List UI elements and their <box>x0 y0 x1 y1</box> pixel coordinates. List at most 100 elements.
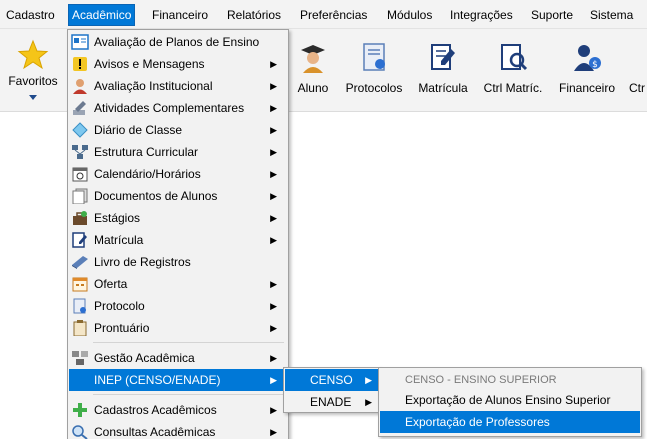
student-icon <box>301 45 325 73</box>
menu-item-censo[interactable]: CENSO ▶ <box>285 369 378 391</box>
menu-item-diario-classe[interactable]: Diário de Classe ▶ <box>69 119 287 141</box>
form-edit-icon <box>72 232 87 248</box>
menu-item-label: Livro de Registros <box>94 255 191 269</box>
clipboard-icon <box>73 320 87 336</box>
menu-item-estrutura-curricular[interactable]: Estrutura Curricular ▶ <box>69 141 287 163</box>
menu-bar: Cadastro Acadêmico Financeiro Relatórios… <box>0 0 647 29</box>
menu-item-avaliacao-institucional[interactable]: Avaliação Institucional ▶ <box>69 75 287 97</box>
censo-header: CENSO - ENSINO SUPERIOR <box>380 369 640 391</box>
calendar-icon <box>72 167 88 182</box>
menu-item-protocolo[interactable]: Protocolo ▶ <box>69 295 287 317</box>
menu-item-oferta[interactable]: Oferta ▶ <box>69 273 287 295</box>
menu-item-exportacao-alunos[interactable]: Exportação de Alunos Ensino Superior <box>380 389 640 411</box>
menu-item-estagios[interactable]: Estágios ▶ <box>69 207 287 229</box>
book-icon <box>72 256 88 269</box>
favoritos-label: Favoritos <box>8 74 58 88</box>
protocol-icon <box>73 298 86 314</box>
menu-integracoes[interactable]: Integrações <box>449 5 514 25</box>
menu-item-cadastros-academicos[interactable]: Cadastros Acadêmicos ▶ <box>69 399 287 421</box>
matricula-button[interactable]: Matrícula <box>414 29 472 111</box>
submenu-arrow-icon: ▶ <box>270 353 277 363</box>
financeiro-label: Financeiro <box>558 81 616 95</box>
submenu-arrow-icon: ▶ <box>270 301 277 311</box>
menu-item-label: Documentos de Alunos <box>94 189 218 203</box>
submenu-arrow-icon: ▶ <box>270 81 277 91</box>
ctr-button[interactable]: Ctr <box>626 29 647 111</box>
person-money-icon: $ <box>574 45 601 71</box>
menu-item-avaliacao-planos[interactable]: Avaliação de Planos de Ensino <box>69 31 287 53</box>
censo-header-label: CENSO - ENSINO SUPERIOR <box>405 374 557 386</box>
internship-icon <box>73 211 87 225</box>
submenu-arrow-icon: ▶ <box>270 427 277 437</box>
protocolos-button[interactable]: Protocolos <box>342 29 406 111</box>
menu-item-label: INEP (CENSO/ENADE) <box>94 373 221 387</box>
submenu-arrow-icon: ▶ <box>270 375 277 385</box>
menu-item-label: Estágios <box>94 211 141 225</box>
menu-item-prontuario[interactable]: Prontuário ▶ <box>69 317 287 339</box>
aluno-label: Aluno <box>297 81 329 95</box>
menu-item-gestao-academica[interactable]: Gestão Acadêmica ▶ <box>69 347 287 369</box>
menu-relatorios[interactable]: Relatórios <box>226 5 282 25</box>
menu-item-label: Cadastros Acadêmicos <box>94 403 217 417</box>
submenu-arrow-icon: ▶ <box>270 125 277 135</box>
menu-item-exportacao-professores[interactable]: Exportação de Professores <box>380 411 640 433</box>
menu-preferencias[interactable]: Preferências <box>299 5 368 25</box>
inep-submenu: CENSO ▶ ENADE ▶ <box>283 367 380 413</box>
menu-item-matricula[interactable]: Matrícula ▶ <box>69 229 287 251</box>
menu-item-label: Gestão Acadêmica <box>94 351 195 365</box>
menu-modulos[interactable]: Módulos <box>386 5 433 25</box>
menu-sistema[interactable]: Sistema <box>589 5 634 25</box>
menu-item-avisos-mensagens[interactable]: Avisos e Mensagens ▶ <box>69 53 287 75</box>
submenu-arrow-icon: ▶ <box>365 375 372 385</box>
menu-item-documentos-alunos[interactable]: Documentos de Alunos ▶ <box>69 185 287 207</box>
offer-icon <box>72 277 88 292</box>
document-search-icon <box>501 44 528 71</box>
menu-item-livro-registros[interactable]: Livro de Registros <box>69 251 287 273</box>
management-icon <box>72 351 88 365</box>
submenu-arrow-icon: ▶ <box>270 235 277 245</box>
submenu-arrow-icon: ▶ <box>270 191 277 201</box>
ctrl-matric-button[interactable]: Ctrl Matríc. <box>478 29 548 111</box>
menu-suporte[interactable]: Suporte <box>530 5 574 25</box>
menu-academico[interactable]: Acadêmico <box>67 4 136 26</box>
menu-item-label: Avaliação de Planos de Ensino <box>94 35 260 49</box>
menu-item-label: Estrutura Curricular <box>94 145 199 159</box>
menu-financeiro[interactable]: Financeiro <box>151 5 209 25</box>
diamond-icon <box>72 122 88 138</box>
submenu-arrow-icon: ▶ <box>270 103 277 113</box>
svg-text:$: $ <box>592 60 598 70</box>
menu-item-consultas-academicas[interactable]: Consultas Acadêmicas ▶ <box>69 421 287 439</box>
ctrl-matric-label: Ctrl Matríc. <box>483 81 543 95</box>
menu-item-label: Exportação de Professores <box>405 415 550 429</box>
menu-item-label: Avisos e Mensagens <box>94 57 205 71</box>
structure-icon <box>72 145 88 159</box>
menu-item-calendario-horarios[interactable]: Calendário/Horários ▶ <box>69 163 287 185</box>
documents-icon <box>72 188 88 204</box>
menu-item-label: Oferta <box>94 277 128 291</box>
menu-item-label: Calendário/Horários <box>94 167 201 181</box>
pencil-icon <box>73 101 86 115</box>
ctr-label: Ctr <box>629 81 645 95</box>
menu-item-atividades-complementares[interactable]: Atividades Complementares ▶ <box>69 97 287 119</box>
submenu-arrow-icon: ▶ <box>270 213 277 223</box>
menu-separator <box>93 342 284 343</box>
submenu-arrow-icon: ▶ <box>270 169 277 179</box>
financeiro-button[interactable]: $ Financeiro <box>554 29 620 111</box>
menu-item-label: Avaliação Institucional <box>94 79 213 93</box>
form-edit-icon <box>431 44 455 70</box>
menu-item-label: CENSO <box>310 373 353 387</box>
star-icon <box>17 39 49 70</box>
menu-cadastro[interactable]: Cadastro <box>5 5 56 25</box>
menu-item-enade[interactable]: ENADE ▶ <box>285 391 378 413</box>
favoritos-button[interactable]: Favoritos <box>0 29 66 111</box>
menu-item-label: Exportação de Alunos Ensino Superior <box>405 393 611 407</box>
aluno-button[interactable]: Aluno <box>292 29 334 111</box>
menu-item-label: Diário de Classe <box>94 123 183 137</box>
menu-item-label: ENADE <box>310 395 352 409</box>
submenu-arrow-icon: ▶ <box>270 323 277 333</box>
menu-item-label: Prontuário <box>94 321 150 335</box>
certificate-icon <box>363 43 385 71</box>
menu-item-inep[interactable]: INEP (CENSO/ENADE) ▶ <box>69 369 287 391</box>
academico-menu: Avaliação de Planos de Ensino Avisos e M… <box>67 29 289 439</box>
menu-item-label: Consultas Acadêmicas <box>94 425 216 439</box>
